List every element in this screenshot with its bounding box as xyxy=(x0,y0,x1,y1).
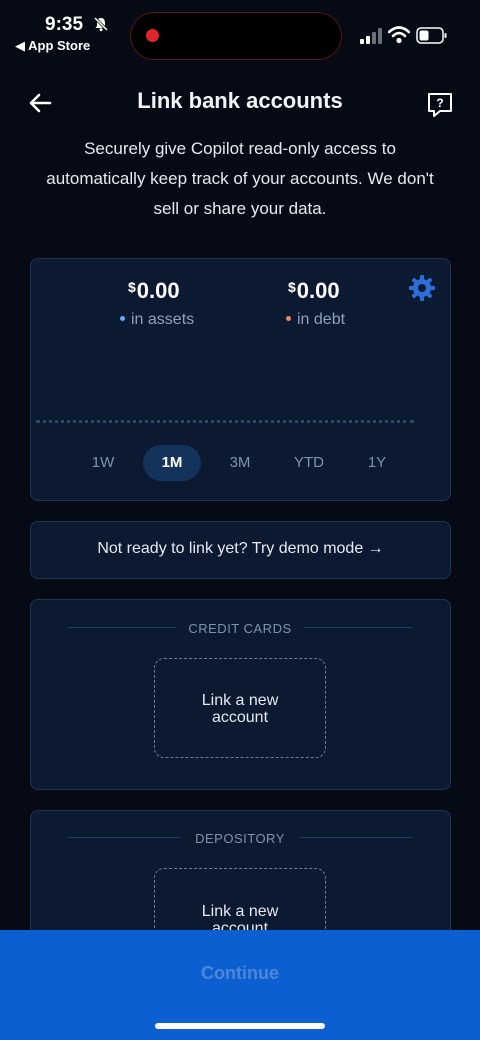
section-label-credit-cards: CREDIT CARDS xyxy=(188,621,292,636)
battery-icon xyxy=(416,27,447,44)
svg-text:?: ? xyxy=(436,96,443,110)
chart-baseline xyxy=(36,420,414,423)
dynamic-island xyxy=(130,12,342,60)
link-account-label: Link a new account xyxy=(201,692,279,726)
range-tab-1m[interactable]: 1M xyxy=(143,445,201,481)
debt-amount: $0.00 xyxy=(288,278,340,303)
assets-amount: $0.00 xyxy=(128,278,180,303)
section-divider xyxy=(304,627,412,628)
assets-label: in assets xyxy=(120,311,194,329)
continue-label[interactable]: Continue xyxy=(0,963,480,984)
range-tab-3m[interactable]: 3M xyxy=(216,445,264,481)
range-tab-ytd[interactable]: YTD xyxy=(282,445,336,481)
section-divider xyxy=(68,837,180,838)
range-tab-1w[interactable]: 1W xyxy=(80,445,126,481)
section-divider xyxy=(68,627,176,628)
cellular-signal-icon xyxy=(360,28,382,44)
section-divider xyxy=(300,837,412,838)
section-label-depository: DEPOSITORY xyxy=(195,831,285,846)
gear-icon[interactable] xyxy=(408,274,436,302)
help-chat-icon[interactable]: ? xyxy=(426,91,454,119)
demo-mode-label[interactable]: Not ready to link yet? Try demo mode → xyxy=(30,540,451,558)
page-title: Link bank accounts xyxy=(137,88,343,113)
debt-label: in debt xyxy=(286,311,345,329)
recording-indicator-icon xyxy=(146,29,159,42)
status-time: 9:35 xyxy=(45,14,84,35)
back-to-app-store[interactable]: ◀ App Store xyxy=(15,38,90,54)
page-subtitle: Securely give Copilot read-only access t… xyxy=(46,139,434,218)
range-tab-1y[interactable]: 1Y xyxy=(354,445,400,481)
bell-off-icon xyxy=(93,16,109,32)
wifi-icon xyxy=(388,26,410,44)
home-indicator[interactable] xyxy=(155,1023,325,1029)
